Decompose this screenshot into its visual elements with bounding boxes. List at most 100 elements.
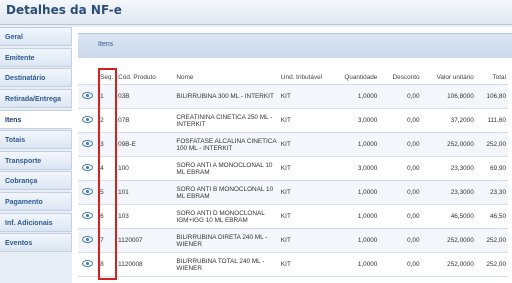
eye-icon[interactable] <box>82 140 93 147</box>
codigo-cell: 07B <box>116 108 175 133</box>
desconto-cell: 0,00 <box>379 252 422 277</box>
quantidade-cell: 3,0000 <box>333 156 380 181</box>
sidebar-item-retirada-entrega[interactable]: Retirada/Entrega <box>0 88 72 108</box>
table-row[interactable]: 7 1120007 BILIRRUBINA DIRETA 240 ML - WI… <box>78 228 508 253</box>
sidebar-item-inf-adicionais[interactable]: Inf. Adicionais <box>0 212 72 232</box>
nome-cell: BILIRRUBINA DIRETA 240 ML - WIENER <box>174 228 279 253</box>
seq-highlight-box <box>98 68 117 280</box>
und-cell: KIT <box>278 108 334 133</box>
und-cell: KIT <box>278 228 334 253</box>
eye-icon[interactable] <box>82 164 93 171</box>
nome-cell: FOSFATASE ALCALINA CINETICA 100 ML - INT… <box>174 132 279 157</box>
title-bar: Detalhes da NF-e <box>0 0 512 25</box>
valor-unitario-cell: 37,2000 <box>421 108 476 133</box>
desconto-cell: 0,00 <box>379 108 422 133</box>
und-cell: KIT <box>278 204 334 229</box>
table-row[interactable]: 2 07B CREATININA CINETICA 250 ML - INTER… <box>78 108 508 133</box>
sidebar-item-geral[interactable]: Geral <box>0 27 72 46</box>
total-cell: 106,80 <box>475 84 508 109</box>
eye-icon[interactable] <box>82 212 93 219</box>
total-cell: 69,90 <box>475 156 508 181</box>
quantidade-cell: 1,0000 <box>333 252 380 277</box>
desconto-cell: 0,00 <box>379 84 422 109</box>
col-header-nome: Nome <box>174 70 279 85</box>
codigo-cell: 100 <box>116 156 175 181</box>
nome-cell: SORO ANTI B MONOCLONAL 10 ML EBRAM <box>174 180 279 205</box>
sidebar-item-totais[interactable]: Totais <box>0 130 72 150</box>
eye-icon[interactable] <box>82 236 93 243</box>
view-cell[interactable] <box>78 252 99 277</box>
total-cell: 252,00 <box>475 132 508 157</box>
view-cell[interactable] <box>78 132 99 157</box>
desconto-cell: 0,00 <box>379 156 422 181</box>
codigo-cell: 1120007 <box>116 228 175 253</box>
quantidade-cell: 1,0000 <box>333 228 380 253</box>
table-row[interactable]: 5 101 SORO ANTI B MONOCLONAL 10 ML EBRAM… <box>78 180 508 205</box>
view-cell[interactable] <box>78 180 99 205</box>
table-header-row: Seq. Cód. Produto Nome Und. tributável Q… <box>78 70 508 85</box>
eye-icon[interactable] <box>82 92 93 99</box>
quantidade-cell: 1,0000 <box>333 180 380 205</box>
quantidade-cell: 1,0000 <box>333 204 380 229</box>
view-cell[interactable] <box>78 84 99 109</box>
desconto-cell: 0,00 <box>379 132 422 157</box>
und-cell: KIT <box>278 156 334 181</box>
col-header-und: Und. tributável <box>278 70 334 85</box>
und-cell: KIT <box>278 132 334 157</box>
sidebar-item-emitente[interactable]: Emitente <box>0 47 72 67</box>
valor-unitario-cell: 252,0000 <box>421 252 476 277</box>
sidebar-item-destinatario[interactable]: Destinatário <box>0 68 72 88</box>
table-row[interactable]: 3 09B-E FOSFATASE ALCALINA CINETICA 100 … <box>78 132 508 157</box>
quantidade-cell: 3,0000 <box>333 108 380 133</box>
desconto-cell: 0,00 <box>379 204 422 229</box>
total-cell: 46,50 <box>475 204 508 229</box>
col-header-codigo: Cód. Produto <box>116 70 175 85</box>
section-title: Itens <box>98 41 114 48</box>
codigo-cell: 103 <box>116 204 175 229</box>
eye-icon[interactable] <box>82 116 93 123</box>
valor-unitario-cell: 46,5000 <box>421 204 476 229</box>
view-cell[interactable] <box>78 156 99 181</box>
valor-unitario-cell: 252,0000 <box>421 132 476 157</box>
total-cell: 111,60 <box>475 108 508 133</box>
col-header-total: Total <box>475 70 508 85</box>
codigo-cell: 09B-E <box>116 132 175 157</box>
quantidade-cell: 1,0000 <box>333 132 380 157</box>
sidebar-item-transporte[interactable]: Transporte <box>0 150 72 170</box>
nome-cell: BILIRRUBINA 300 ML - INTERKIT <box>174 84 279 109</box>
valor-unitario-cell: 106,8000 <box>421 84 476 109</box>
total-cell: 23,30 <box>475 180 508 205</box>
und-cell: KIT <box>278 180 334 205</box>
und-cell: KIT <box>278 252 334 277</box>
valor-unitario-cell: 23,3000 <box>421 180 476 205</box>
desconto-cell: 0,00 <box>379 180 422 205</box>
nome-cell: BILIRRUBINA TOTAL 240 ML - WIENER <box>174 252 279 277</box>
view-cell[interactable] <box>78 108 99 133</box>
table-row[interactable]: 4 100 SORO ANTI A MONOCLONAL 10 ML EBRAM… <box>78 156 508 181</box>
desconto-cell: 0,00 <box>379 228 422 253</box>
window-title: Detalhes da NF-e <box>6 3 122 17</box>
sidebar-item-pagamento[interactable]: Pagamento <box>0 192 72 212</box>
sidebar-item-cobranca[interactable]: Cobrança <box>0 171 72 191</box>
view-cell[interactable] <box>78 228 99 253</box>
table-row[interactable]: 1 03B BILIRRUBINA 300 ML - INTERKIT KIT … <box>78 84 508 109</box>
total-cell: 252,00 <box>475 252 508 277</box>
nome-cell: SORO ANTI A MONOCLONAL 10 ML EBRAM <box>174 156 279 181</box>
eye-icon[interactable] <box>82 188 93 195</box>
codigo-cell: 1120008 <box>116 252 175 277</box>
eye-icon[interactable] <box>82 260 93 267</box>
table-row[interactable]: 8 1120008 BILIRRUBINA TOTAL 240 ML - WIE… <box>78 252 508 277</box>
codigo-cell: 101 <box>116 180 175 205</box>
und-cell: KIT <box>278 84 334 109</box>
total-cell: 252,00 <box>475 228 508 253</box>
sidebar-item-itens[interactable]: Itens <box>0 109 72 129</box>
view-cell[interactable] <box>78 204 99 229</box>
col-header-quantidade: Quantidade <box>333 70 380 85</box>
items-table: Seq. Cód. Produto Nome Und. tributável Q… <box>78 70 508 277</box>
codigo-cell: 03B <box>116 84 175 109</box>
col-header-desconto: Desconto <box>379 70 422 85</box>
table-row[interactable]: 6 103 SORO ANTI D MONOCLONAL IGM+IGG 10 … <box>78 204 508 229</box>
sidebar-item-eventos[interactable]: Eventos <box>0 233 72 253</box>
valor-unitario-cell: 252,0000 <box>421 228 476 253</box>
nome-cell: CREATININA CINETICA 250 ML - INTERKIT <box>174 108 279 133</box>
